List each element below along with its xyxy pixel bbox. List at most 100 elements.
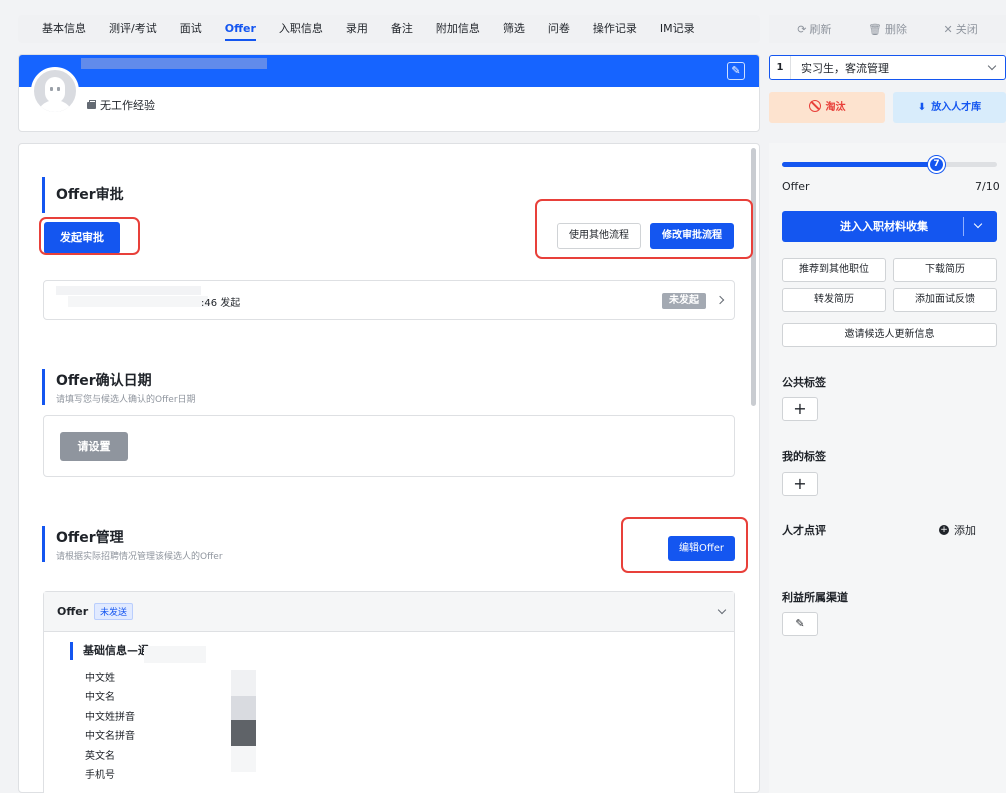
add-review-button[interactable]: + 添加: [939, 522, 976, 538]
offer-card-title: Offer: [57, 605, 89, 618]
add-review-label: 添加: [954, 524, 976, 537]
add-public-tag-button[interactable]: +: [782, 397, 818, 421]
public-tags-label: 公共标签: [782, 376, 826, 389]
approval-status-badge: 未发起: [662, 293, 706, 309]
offer-card-header[interactable]: Offer 未发送: [44, 592, 734, 632]
redacted-value: [231, 696, 256, 720]
tab-item[interactable]: 操作记录: [593, 15, 637, 43]
confirm-date-card: 请设置: [43, 415, 735, 477]
offer-manage-title: Offer管理: [56, 530, 124, 546]
approval-record-row[interactable]: :46 发起 未发起: [43, 280, 735, 320]
close-label: 关闭: [955, 23, 978, 36]
forward-resume-button[interactable]: 转发简历: [782, 288, 886, 312]
tab-item[interactable]: 附加信息: [436, 15, 480, 43]
delete-button[interactable]: 🗑 删除: [868, 21, 907, 37]
redacted-record: [56, 286, 201, 295]
redacted-record-2: [68, 296, 208, 307]
tab-item[interactable]: IM记录: [660, 15, 695, 43]
my-tags-label: 我的标签: [782, 450, 826, 463]
onboard-collect-button[interactable]: 进入入职材料收集: [782, 211, 997, 242]
tab-item[interactable]: 备注: [391, 15, 413, 43]
progress-track: 7: [782, 156, 997, 173]
approval-record-time: :46 发起: [201, 298, 241, 309]
set-date-button[interactable]: 请设置: [60, 432, 128, 461]
ban-icon: [808, 100, 821, 112]
offer-field-label: 中文姓拼音: [85, 712, 135, 723]
redacted-name: [81, 58, 267, 69]
tab-item[interactable]: Offer: [224, 15, 257, 43]
tab-item[interactable]: 筛选: [503, 15, 525, 43]
eliminate-label: 淘汰: [825, 102, 846, 113]
trash-icon: 🗑: [868, 22, 882, 36]
tab-item[interactable]: 录用: [346, 15, 368, 43]
stage-text: 实习生，客流管理: [801, 61, 889, 75]
work-experience-text: 无工作经验: [100, 99, 155, 112]
tab-item[interactable]: 基本信息: [42, 15, 86, 43]
offer-field-label: 英文名: [85, 751, 115, 762]
briefcase-icon: [87, 99, 96, 109]
approval-section-title: Offer审批: [42, 177, 124, 213]
offer-field-label: 中文名拼音: [85, 731, 135, 742]
offer-manage-section-title: Offer管理 请根据实际招聘情况管理该候选人的Offer: [42, 526, 223, 562]
plus-circle-icon: +: [939, 525, 949, 535]
plus-icon: +: [793, 399, 807, 418]
refresh-button[interactable]: ⟳ 刷新: [797, 21, 831, 37]
offer-manage-desc: 请根据实际招聘情况管理该候选人的Offer: [56, 552, 223, 562]
offer-status-tag: 未发送: [94, 603, 134, 620]
edit-profile-icon[interactable]: ✎: [727, 62, 745, 80]
edit-icon: ✎: [795, 617, 805, 630]
redacted-value: [231, 720, 256, 746]
edit-channel-button[interactable]: ✎: [782, 612, 818, 636]
tab-item[interactable]: 测评/考试: [109, 15, 157, 43]
tab-item[interactable]: 问卷: [548, 15, 570, 43]
annotation-box-flow: [535, 199, 753, 259]
tab-item[interactable]: 入职信息: [279, 15, 323, 43]
close-button[interactable]: ✕ 关闭: [944, 21, 978, 37]
offer-field-label: 中文名: [85, 692, 115, 703]
add-feedback-button[interactable]: 添加面试反馈: [893, 288, 997, 312]
eliminate-button[interactable]: 淘汰: [769, 92, 885, 123]
close-icon: ✕: [943, 22, 953, 36]
redacted-value: [231, 746, 256, 772]
talent-review-label: 人才点评: [782, 524, 826, 537]
delete-label: 删除: [884, 23, 907, 36]
profile-header-band: ✎: [19, 55, 759, 87]
talent-pool-label: 放入人才库: [931, 102, 982, 113]
onboard-collect-label: 进入入职材料收集: [840, 220, 928, 233]
offer-field-label: 中文姓: [85, 673, 115, 684]
avatar: [31, 67, 79, 115]
recommend-button[interactable]: 推荐到其他职位: [782, 258, 886, 282]
tab-bar: 基本信息 测评/考试 面试 Offer 入职信息 录用 备注 附加信息 筛选 问卷 操作记录 IM记录: [18, 15, 760, 43]
stage-select[interactable]: 1 实习生，客流管理: [769, 55, 1006, 80]
candidate-profile-card: ✎ 无工作经验: [18, 54, 760, 132]
plus-icon: +: [793, 474, 807, 493]
inbox-icon: ⬇: [917, 102, 927, 113]
refresh-label: 刷新: [809, 23, 832, 36]
refresh-icon: ⟳: [797, 22, 807, 36]
tab-item[interactable]: 面试: [180, 15, 202, 43]
approval-title: Offer审批: [56, 187, 124, 203]
confirm-date-desc: 请填写您与候选人确认的Offer日期: [56, 395, 196, 405]
confirm-date-title: Offer确认日期: [56, 373, 152, 389]
right-toolbar: ⟳ 刷新 🗑 删除 ✕ 关闭: [769, 15, 1006, 43]
offer-card: Offer 未发送 基础信息—通: [43, 591, 735, 793]
confirm-date-section-title: Offer确认日期 请填写您与候选人确认的Offer日期: [42, 369, 196, 405]
add-my-tag-button[interactable]: +: [782, 472, 818, 496]
stage-number: 1: [770, 56, 791, 79]
chevron-down-icon[interactable]: [973, 219, 983, 229]
annotation-box-start: [39, 217, 140, 255]
progress-label: Offer: [782, 180, 810, 193]
invite-update-button[interactable]: 邀请候选人更新信息: [782, 323, 997, 347]
chevron-down-icon: [987, 61, 997, 70]
offer-field-label: 手机号: [85, 770, 115, 781]
talent-pool-button[interactable]: ⬇ 放入人才库: [893, 92, 1006, 123]
main-scrollbar[interactable]: [751, 148, 756, 406]
annotation-box-edit-offer: [621, 517, 748, 573]
chevron-right-icon: [715, 295, 725, 305]
download-resume-button[interactable]: 下载简历: [893, 258, 997, 282]
progress-knob[interactable]: 7: [928, 156, 945, 173]
chevron-down-icon[interactable]: [717, 605, 727, 615]
channel-label: 利益所属渠道: [782, 591, 848, 604]
work-experience: 无工作经验: [87, 97, 155, 113]
progress-fill: [782, 162, 936, 167]
